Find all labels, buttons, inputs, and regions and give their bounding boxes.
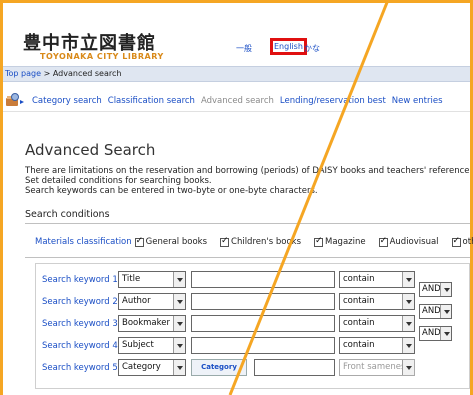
chevron-down-icon[interactable] — [173, 316, 185, 331]
materials-classification-row: Materials classification General books C… — [35, 234, 473, 250]
condition-select-value: contain — [343, 340, 375, 350]
library-logo-english: TOYONAKA CITY LIBRARY — [40, 52, 164, 61]
checkbox-checked-icon[interactable] — [220, 236, 230, 247]
condition-select[interactable]: contain — [339, 271, 415, 288]
field-select-value: Category — [122, 362, 161, 372]
chevron-down-icon[interactable] — [173, 294, 185, 309]
breadcrumb-home-link[interactable]: Top page — [5, 69, 41, 78]
field-select[interactable]: Bookmaker — [118, 315, 186, 332]
intro-line-2: Set detailed conditions for searching bo… — [25, 176, 212, 186]
site-header: 豊中市立図書館 TOYONAKA CITY LIBRARY 一般 English… — [3, 3, 470, 65]
keyword-row-5: Search keyword 5 Category Category Front… — [36, 359, 469, 377]
keyword-input[interactable] — [191, 271, 335, 288]
materials-classification-label: Materials classification — [35, 237, 132, 247]
lang-kana-link[interactable]: かな — [304, 43, 320, 54]
checkbox-childrens-books[interactable]: Children's books — [220, 236, 301, 247]
checkbox-checked-icon[interactable] — [314, 236, 323, 247]
chevron-down-icon[interactable] — [402, 272, 414, 287]
keyword-label: Search keyword 5 — [42, 363, 118, 373]
field-select-value: Title — [122, 274, 141, 284]
checkbox-checked-icon[interactable] — [451, 236, 461, 247]
search-nav-bar: Category search Classification search Ad… — [3, 90, 470, 112]
field-select-value: Author — [122, 296, 151, 306]
checkbox-label: others — [462, 237, 473, 247]
chevron-down-icon[interactable] — [402, 338, 414, 353]
book-search-icon — [4, 92, 26, 110]
field-select[interactable]: Author — [118, 293, 186, 310]
checkbox-checked-icon[interactable] — [378, 236, 388, 247]
nav-category-search[interactable]: Category search — [32, 96, 102, 106]
lang-general-link[interactable]: 一般 — [236, 43, 252, 54]
checkbox-label: Magazine — [325, 237, 366, 247]
keyword-input[interactable] — [191, 293, 335, 310]
field-select-value: Bookmaker — [122, 318, 170, 328]
keyword-row-4: Search keyword 4 Subject contain — [36, 337, 469, 355]
checkbox-audiovisual[interactable]: Audiovisual — [378, 236, 439, 247]
checkbox-checked-icon[interactable] — [134, 236, 144, 247]
keyword-search-table: Search keyword 1 Title contain AND Searc… — [35, 263, 470, 389]
field-select[interactable]: Category — [118, 359, 186, 376]
chevron-down-icon[interactable] — [173, 360, 185, 375]
lang-english-link[interactable]: English — [270, 38, 307, 55]
condition-select[interactable]: contain — [339, 337, 415, 354]
condition-select[interactable]: contain — [339, 315, 415, 332]
condition-select[interactable]: contain — [339, 293, 415, 310]
nav-advanced-search: Advanced search — [200, 95, 274, 106]
field-select[interactable]: Title — [118, 271, 186, 288]
field-select-value: Subject — [122, 340, 154, 350]
breadcrumb: Top page > Advanced search — [3, 66, 470, 82]
condition-select-value: Front sameness — [343, 362, 410, 372]
checkbox-label: Audiovisual — [389, 237, 439, 247]
keyword-label: Search keyword 4 — [42, 341, 118, 351]
nav-lending-reservation-best[interactable]: Lending/reservation best — [280, 96, 386, 106]
chevron-down-icon[interactable] — [173, 272, 185, 287]
keyword-row-3: Search keyword 3 Bookmaker contain AND — [36, 315, 469, 341]
keyword-label: Search keyword 2 — [42, 297, 118, 307]
breadcrumb-separator: > — [41, 69, 53, 78]
category-button[interactable]: Category — [191, 359, 247, 376]
checkbox-label: Children's books — [231, 237, 301, 247]
chevron-down-icon[interactable] — [402, 316, 414, 331]
checkbox-others[interactable]: others — [451, 236, 473, 247]
divider — [25, 257, 470, 258]
checkbox-magazine[interactable]: Magazine — [314, 236, 366, 247]
keyword-row-2: Search keyword 2 Author contain AND — [36, 293, 469, 319]
keyword-label: Search keyword 3 — [42, 319, 118, 329]
field-select[interactable]: Subject — [118, 337, 186, 354]
intro-line-3: Search keywords can be entered in two-by… — [25, 186, 318, 196]
breadcrumb-current: Advanced search — [52, 69, 122, 78]
keyword-row-1: Search keyword 1 Title contain AND — [36, 271, 469, 297]
nav-new-entries[interactable]: New entries — [392, 96, 443, 106]
intro-line-1: There are limitations on the reservation… — [25, 166, 470, 176]
keyword-input[interactable] — [191, 337, 335, 354]
condition-select-disabled: Front sameness — [339, 359, 415, 376]
intro-text: There are limitations on the reservation… — [25, 166, 470, 196]
condition-select-value: contain — [343, 296, 375, 306]
nav-classification-search[interactable]: Classification search — [108, 96, 195, 106]
search-conditions-heading: Search conditions — [25, 209, 110, 220]
divider — [25, 223, 470, 224]
keyword-label: Search keyword 1 — [42, 275, 118, 285]
condition-select-value: contain — [343, 274, 375, 284]
condition-select-value: contain — [343, 318, 375, 328]
checkbox-general-books[interactable]: General books — [134, 236, 208, 247]
chevron-down-icon[interactable] — [402, 294, 414, 309]
chevron-down-icon[interactable] — [173, 338, 185, 353]
chevron-down-icon — [402, 360, 414, 375]
keyword-input[interactable] — [191, 315, 335, 332]
page-title: Advanced Search — [25, 141, 156, 159]
category-input[interactable] — [254, 359, 335, 376]
checkbox-label: General books — [145, 237, 208, 247]
